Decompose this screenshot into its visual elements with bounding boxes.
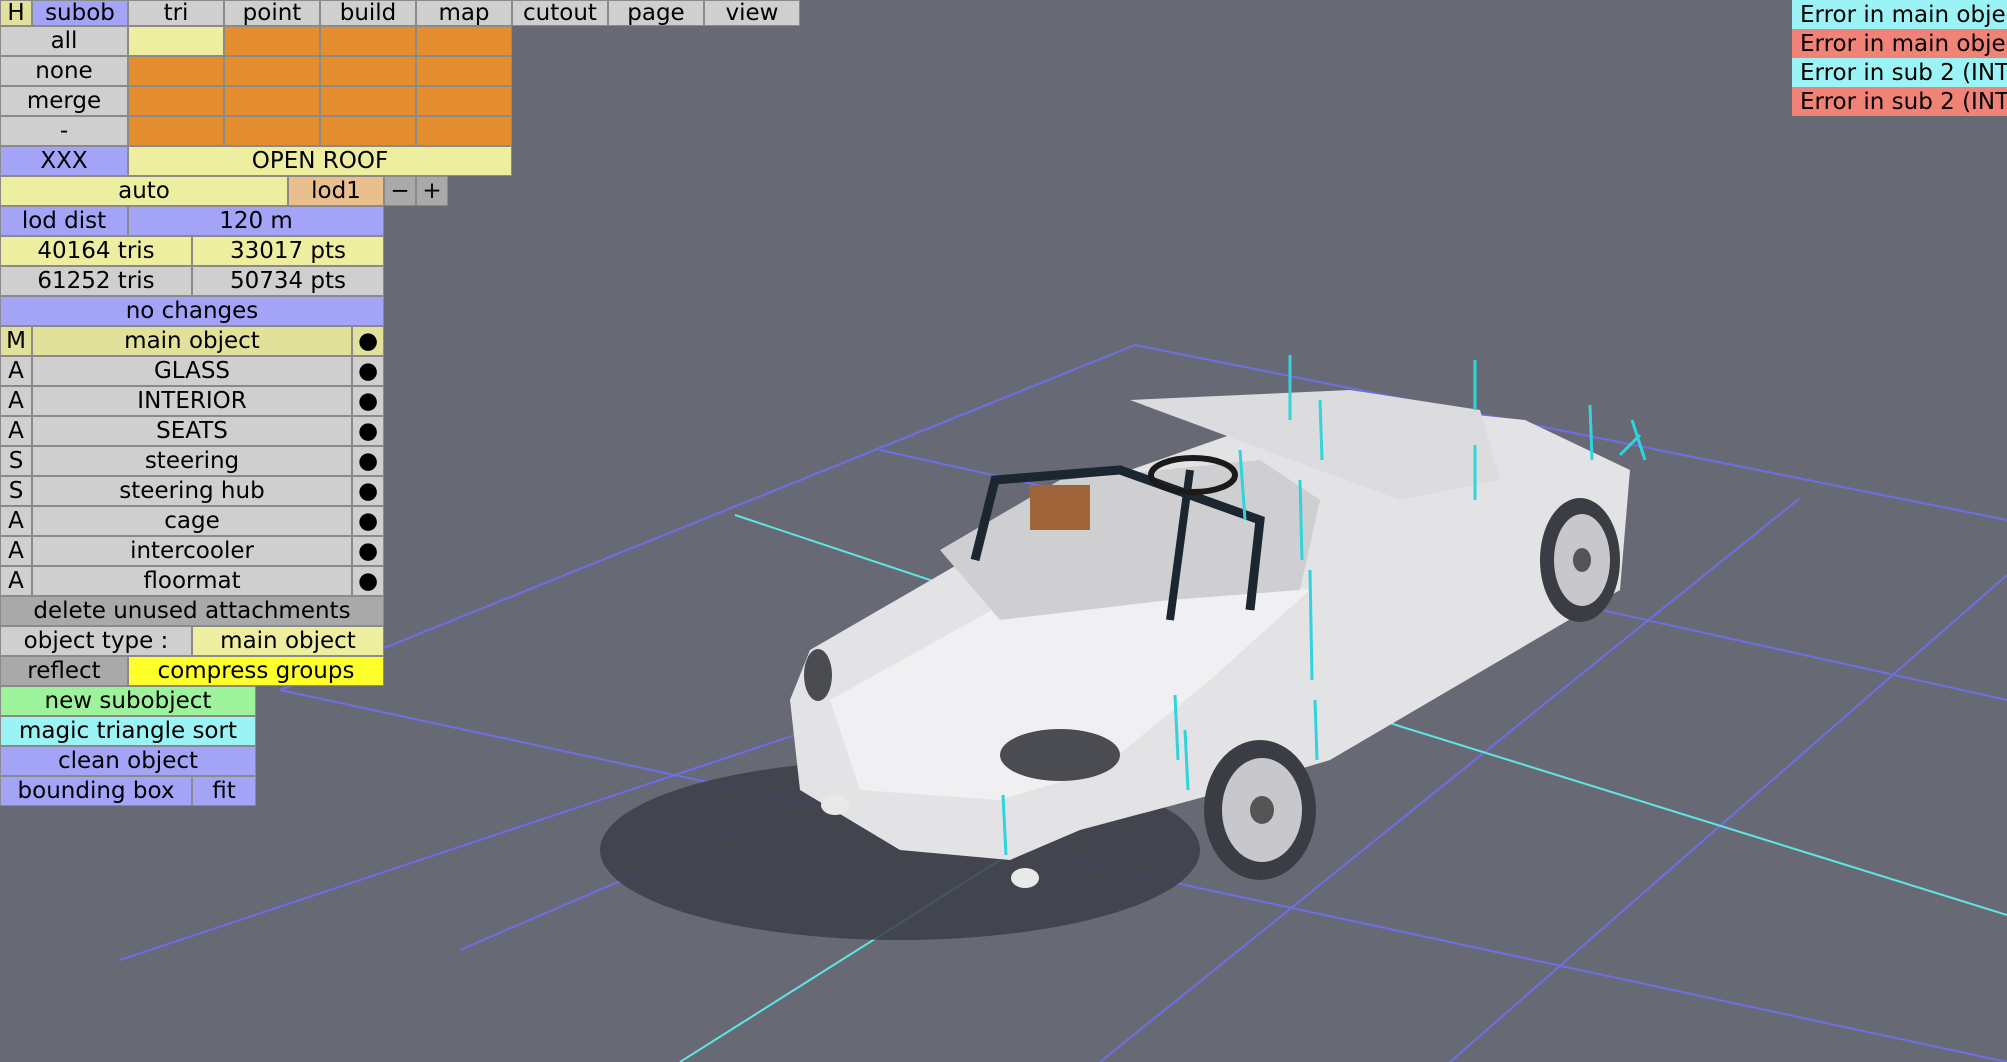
select-none-button[interactable]: none [0,56,128,86]
grid-cell[interactable] [224,116,320,146]
subobject-name[interactable]: main object [32,326,352,356]
subobject-type[interactable]: S [0,476,32,506]
subobject-type[interactable]: A [0,506,32,536]
subobject-name[interactable]: steering [32,446,352,476]
grid-cell[interactable] [320,26,416,56]
grid-cell[interactable] [416,56,512,86]
new-subobject-button[interactable]: new subobject [0,686,256,716]
subobject-type[interactable]: A [0,536,32,566]
tab-cutout[interactable]: cutout [512,0,608,26]
subobject-visibility-toggle[interactable]: ● [352,386,384,416]
subobject-visibility-toggle[interactable]: ● [352,416,384,446]
subobject-type[interactable]: M [0,326,32,356]
grid-cell[interactable] [416,86,512,116]
lod-auto-button[interactable]: auto [0,176,288,206]
subobject-type[interactable]: A [0,386,32,416]
tab-tri[interactable]: tri [128,0,224,26]
tab-build[interactable]: build [320,0,416,26]
subobject-name[interactable]: steering hub [32,476,352,506]
group-name-field[interactable]: OPEN ROOF [128,146,512,176]
subobject-type[interactable]: A [0,356,32,386]
pts-count: 33017 pts [192,236,384,266]
grid-cell[interactable] [320,116,416,146]
grid-cell[interactable] [128,116,224,146]
status-label: no changes [0,296,384,326]
subobject-visibility-toggle[interactable]: ● [352,566,384,596]
subobject-name[interactable]: intercooler [32,536,352,566]
h-toggle-button[interactable]: H [0,0,32,26]
grid-cell[interactable] [320,56,416,86]
subobject-name[interactable]: cage [32,506,352,536]
lod-dist-label: lod dist [0,206,128,236]
grid-cell[interactable] [128,56,224,86]
tris-count: 40164 tris [0,236,192,266]
grid-cell[interactable] [224,26,320,56]
tab-point[interactable]: point [224,0,320,26]
lod-minus-button[interactable]: − [384,176,416,206]
subobject-name[interactable]: floormat [32,566,352,596]
xxx-button[interactable]: XXX [0,146,128,176]
grid-cell[interactable] [128,26,224,56]
subobject-type[interactable]: A [0,566,32,596]
select-all-button[interactable]: all [0,26,128,56]
tab-subob[interactable]: subob [32,0,128,26]
error-message[interactable]: Error in main object [1792,29,2007,58]
total-pts-count: 50734 pts [192,266,384,296]
merge-button[interactable]: merge [0,86,128,116]
subobject-type[interactable]: S [0,446,32,476]
tab-map[interactable]: map [416,0,512,26]
grid-cell[interactable] [416,116,512,146]
grid-cell[interactable] [128,86,224,116]
car-model [790,390,1630,888]
object-type-select[interactable]: main object [192,626,384,656]
error-message[interactable]: Error in sub 2 (INTERIOR) [1792,58,2007,87]
subobject-visibility-toggle[interactable]: ● [352,536,384,566]
subobject-name[interactable]: GLASS [32,356,352,386]
error-message[interactable]: Error in main object [1792,0,2007,29]
lod-current-label[interactable]: lod1 [288,176,384,206]
tab-view[interactable]: view [704,0,800,26]
reflect-button[interactable]: reflect [0,656,128,686]
grid-cell[interactable] [224,86,320,116]
error-message[interactable]: Error in sub 2 (INTERIOR) [1792,87,2007,116]
subobject-type[interactable]: A [0,416,32,446]
grid-cell[interactable] [320,86,416,116]
lod-plus-button[interactable]: + [416,176,448,206]
magic-triangle-sort-button[interactable]: magic triangle sort [0,716,256,746]
subobject-visibility-toggle[interactable]: ● [352,476,384,506]
dash-button[interactable]: - [0,116,128,146]
fit-button[interactable]: fit [192,776,256,806]
object-type-label: object type : [0,626,192,656]
subobject-visibility-toggle[interactable]: ● [352,506,384,536]
grid-cell[interactable] [416,26,512,56]
subobject-name[interactable]: INTERIOR [32,386,352,416]
lod-dist-field[interactable]: 120 m [128,206,384,236]
compress-groups-button[interactable]: compress groups [128,656,384,686]
grid-cell[interactable] [224,56,320,86]
tab-page[interactable]: page [608,0,704,26]
subobject-visibility-toggle[interactable]: ● [352,446,384,476]
delete-unused-attachments-button[interactable]: delete unused attachments [0,596,384,626]
clean-object-button[interactable]: clean object [0,746,256,776]
subobject-visibility-toggle[interactable]: ● [352,326,384,356]
subobject-name[interactable]: SEATS [32,416,352,446]
bounding-box-button[interactable]: bounding box [0,776,192,806]
subobject-visibility-toggle[interactable]: ● [352,356,384,386]
total-tris-count: 61252 tris [0,266,192,296]
